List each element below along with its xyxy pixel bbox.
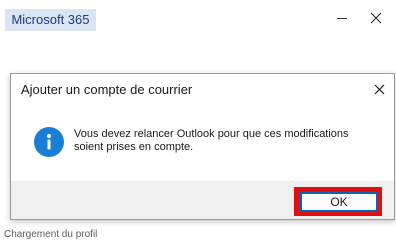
- ok-button[interactable]: OK: [300, 192, 378, 212]
- dialog-close-button[interactable]: [368, 78, 390, 100]
- app-badge: Microsoft 365: [5, 9, 96, 31]
- dialog-message: Vous devez relancer Outlook pour que ces…: [74, 128, 349, 153]
- dialog-title: Ajouter un compte de courrier: [21, 82, 193, 97]
- info-icon: [34, 127, 64, 157]
- add-mail-account-dialog: Ajouter un compte de courrier Vous devez…: [10, 73, 395, 220]
- close-icon: [370, 12, 382, 24]
- window-close-button[interactable]: [361, 6, 391, 30]
- dialog-titlebar: Ajouter un compte de courrier: [11, 74, 394, 104]
- dialog-body: Vous devez relancer Outlook pour que ces…: [11, 104, 394, 181]
- minimize-button[interactable]: [327, 6, 357, 30]
- close-icon: [374, 84, 384, 94]
- minimize-icon: [337, 17, 347, 19]
- status-text: Chargement du profil: [4, 229, 98, 240]
